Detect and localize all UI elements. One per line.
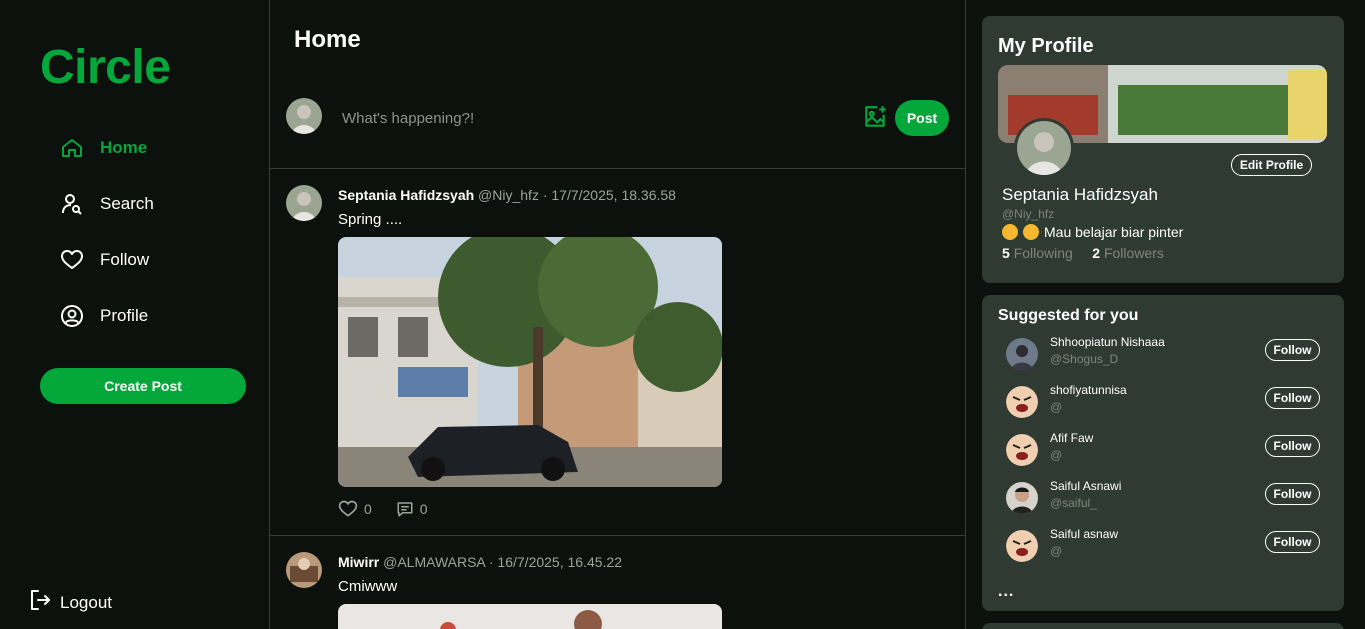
post-actions: 0 0	[338, 499, 452, 519]
show-more-link[interactable]: ...	[998, 583, 1014, 601]
home-icon	[58, 134, 86, 162]
confounded-emoji-icon	[1023, 224, 1039, 240]
logout-icon	[28, 588, 52, 617]
profile-bio: Mau belajar biar pinter	[1002, 224, 1183, 240]
post-image[interactable]	[338, 237, 722, 487]
followers-label[interactable]: Followers	[1104, 245, 1164, 261]
avatar	[286, 98, 322, 134]
main-feed: Home Post Septania Hafidzsyah @Niy_hfz ·…	[270, 0, 966, 629]
profile-icon	[58, 302, 86, 330]
nav-item-label: Profile	[100, 306, 149, 325]
profile-handle: @Niy_hfz	[1002, 207, 1055, 221]
nav-item-search[interactable]: Search	[58, 176, 154, 232]
suggested-card: Suggested for you Shhoopiatun Nishaaa @S…	[982, 295, 1344, 611]
nav-item-home[interactable]: Home	[58, 120, 154, 176]
suggested-user-handle: @Shogus_D	[1050, 352, 1119, 366]
post-author[interactable]: Septania Hafidzsyah	[338, 187, 474, 203]
post-button[interactable]: Post	[895, 100, 949, 136]
post-composer: Post	[270, 80, 965, 169]
following-count: 5	[1002, 245, 1010, 261]
avatar[interactable]	[1006, 338, 1038, 370]
post-handle-date: @ALMAWARSA · 16/7/2025, 16.45.22	[383, 554, 622, 570]
sidebar: Circle Home Search Follow Profile Create…	[0, 0, 270, 629]
avatar[interactable]	[286, 185, 322, 221]
search-user-icon	[58, 190, 86, 218]
my-profile-card: My Profile Edit Profile Septania Hafidzs…	[982, 16, 1344, 283]
profile-card-title: My Profile	[998, 35, 1094, 57]
following-label[interactable]: Following	[1014, 245, 1073, 261]
profile-name: Septania Hafidzsyah	[1002, 185, 1158, 204]
suggested-user: Afif Faw @ Follow	[1006, 431, 1322, 467]
suggested-user-name[interactable]: Saiful asnaw	[1050, 527, 1118, 541]
avatar[interactable]	[286, 552, 322, 588]
sidebar-nav: Home Search Follow Profile	[58, 120, 154, 344]
suggested-user-name[interactable]: shofiyatunnisa	[1050, 383, 1127, 397]
suggested-user-name[interactable]: Shhoopiatun Nishaaa	[1050, 335, 1165, 349]
nav-item-profile[interactable]: Profile	[58, 288, 154, 344]
follow-button[interactable]: Follow	[1265, 339, 1320, 361]
page-title: Home	[294, 26, 361, 53]
comment-button[interactable]: 0	[396, 500, 428, 518]
post-text: Spring ....	[338, 211, 403, 228]
create-post-button[interactable]: Create Post	[40, 368, 246, 404]
next-card	[982, 623, 1344, 629]
suggested-user: Shhoopiatun Nishaaa @Shogus_D Follow	[1006, 335, 1322, 371]
feed-post: Miwirr @ALMAWARSA · 16/7/2025, 16.45.22 …	[270, 536, 965, 629]
suggested-user: Saiful asnaw @ Follow	[1006, 527, 1322, 563]
like-count: 0	[364, 501, 372, 517]
like-button[interactable]: 0	[338, 499, 372, 519]
image-upload-icon[interactable]	[862, 104, 888, 130]
post-input[interactable]	[330, 104, 810, 132]
heart-icon	[58, 246, 86, 274]
edit-profile-button[interactable]: Edit Profile	[1231, 154, 1312, 176]
comment-count: 0	[419, 501, 428, 517]
nav-item-label: Follow	[100, 250, 150, 269]
suggested-user-handle: @	[1050, 448, 1063, 462]
app-logo[interactable]: Circle	[40, 40, 171, 95]
post-text: Cmiwww	[338, 578, 398, 595]
post-meta: Miwirr @ALMAWARSA · 16/7/2025, 16.45.22	[338, 554, 622, 570]
nav-item-label: Search	[100, 194, 154, 213]
suggested-user-name[interactable]: Afif Faw	[1050, 431, 1093, 445]
follow-button[interactable]: Follow	[1265, 435, 1320, 457]
feed-post: Septania Hafidzsyah @Niy_hfz · 17/7/2025…	[270, 169, 965, 536]
avatar[interactable]	[1006, 386, 1038, 418]
suggested-title: Suggested for you	[998, 307, 1139, 324]
avatar[interactable]	[1006, 482, 1038, 514]
suggested-user-handle: @	[1050, 400, 1063, 414]
suggested-user-handle: @saiful_	[1050, 496, 1097, 510]
follow-button[interactable]: Follow	[1265, 531, 1320, 553]
app-root: Circle Home Search Follow Profile Create…	[0, 0, 1365, 629]
heart-icon	[338, 500, 358, 517]
avatar[interactable]	[1006, 434, 1038, 466]
nav-item-label: Home	[100, 138, 148, 157]
suggested-user: Saiful Asnawi @saiful_ Follow	[1006, 479, 1322, 515]
follow-button[interactable]: Follow	[1265, 387, 1320, 409]
followers-count: 2	[1092, 245, 1101, 261]
follow-button[interactable]: Follow	[1265, 483, 1320, 505]
profile-bio-text: Mau belajar biar pinter	[1044, 224, 1184, 240]
nav-item-follow[interactable]: Follow	[58, 232, 154, 288]
tongue-emoji-icon	[1002, 224, 1018, 240]
comment-icon	[397, 502, 413, 517]
post-handle-date: @Niy_hfz · 17/7/2025, 18.36.58	[478, 187, 676, 203]
profile-avatar[interactable]	[1014, 118, 1074, 178]
post-author[interactable]: Miwirr	[338, 554, 379, 570]
suggested-user: shofiyatunnisa @ Follow	[1006, 383, 1322, 419]
logout-label: Logout	[60, 592, 112, 612]
suggested-user-handle: @	[1050, 544, 1063, 558]
post-meta: Septania Hafidzsyah @Niy_hfz · 17/7/2025…	[338, 187, 676, 203]
profile-stats: 5 Following 2 Followers	[1002, 245, 1164, 261]
suggested-user-name[interactable]: Saiful Asnawi	[1050, 479, 1121, 493]
avatar[interactable]	[1006, 530, 1038, 562]
logout-button[interactable]: Logout	[28, 588, 112, 617]
post-image[interactable]	[338, 604, 722, 629]
